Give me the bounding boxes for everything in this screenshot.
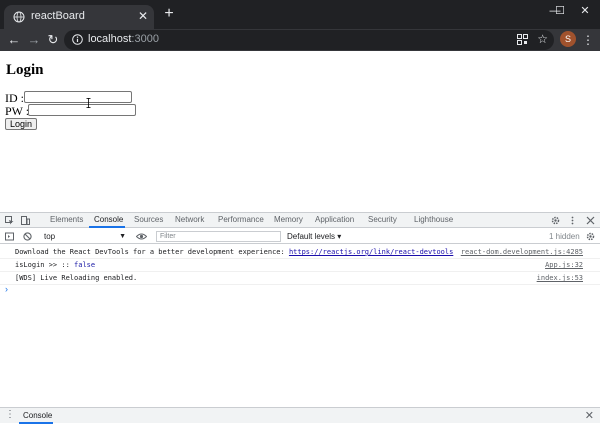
- hidden-count: 1 hidden: [549, 232, 580, 241]
- qr-code-icon[interactable]: [517, 34, 528, 45]
- clear-console-icon[interactable]: [23, 232, 32, 241]
- sidebar-toggle-icon[interactable]: [5, 232, 14, 241]
- tab-console[interactable]: Console: [94, 215, 123, 224]
- bookmark-star-icon[interactable]: ☆: [537, 32, 548, 46]
- settings-gear-icon[interactable]: [551, 216, 560, 225]
- message-source-link[interactable]: App.js:32: [545, 259, 583, 271]
- url-host: localhost: [88, 33, 132, 45]
- address-bar[interactable]: localhost:3000 ☆: [64, 30, 554, 50]
- message-body: Download the React DevTools for a better…: [15, 248, 289, 256]
- id-input[interactable]: [24, 91, 132, 103]
- devtools-tabbar: Elements Console Sources Network Perform…: [0, 213, 600, 228]
- devtools-panel: Elements Console Sources Network Perform…: [0, 212, 600, 423]
- back-button[interactable]: ←: [5, 31, 23, 49]
- tab-close-icon[interactable]: ✕: [138, 8, 148, 24]
- window-close-button[interactable]: ✕: [570, 0, 600, 22]
- inspect-element-icon[interactable]: [5, 216, 14, 225]
- message-body: isLogin >> ::: [15, 261, 75, 269]
- tab-elements[interactable]: Elements: [50, 215, 83, 224]
- pw-input[interactable]: [28, 104, 136, 116]
- reload-button[interactable]: ↻: [44, 31, 62, 49]
- pw-label: PW :: [5, 104, 30, 118]
- console-filter-input[interactable]: Filter: [156, 231, 281, 242]
- console-message: [WDS] Live Reloading enabled. index.js:5…: [0, 272, 600, 285]
- console-settings-icon[interactable]: [586, 232, 595, 241]
- drawer-tab-console[interactable]: Console: [23, 411, 52, 420]
- console-message: isLogin >> :: false App.js:32: [0, 259, 600, 272]
- drawer-close-icon[interactable]: ✕: [585, 408, 594, 424]
- tab-sources[interactable]: Sources: [134, 215, 163, 224]
- page-viewport: Login ID : PW : Login: [0, 51, 600, 212]
- drawer-menu-icon[interactable]: ⋮: [5, 409, 15, 420]
- profile-avatar[interactable]: S: [560, 31, 576, 47]
- url-port: :3000: [131, 33, 159, 45]
- message-source-link[interactable]: react-dom.development.js:4285: [461, 246, 583, 258]
- globe-icon: [13, 11, 25, 23]
- console-message-text: Download the React DevTools for a better…: [15, 246, 453, 258]
- forward-button[interactable]: →: [25, 31, 43, 49]
- tab-lighthouse[interactable]: Lighthouse: [414, 215, 453, 224]
- context-value: top: [44, 232, 56, 241]
- browser-tab[interactable]: reactBoard ✕: [4, 5, 154, 29]
- react-devtools-link[interactable]: https://reactjs.org/link/react-devtools: [289, 248, 453, 256]
- page-title: Login: [6, 62, 44, 78]
- active-tab-indicator: [89, 226, 125, 228]
- chevron-down-icon: ▼: [119, 233, 126, 240]
- tab-network[interactable]: Network: [175, 215, 204, 224]
- context-select[interactable]: top ▼: [40, 231, 128, 242]
- console-message: Download the React DevTools for a better…: [0, 246, 600, 259]
- tab-application[interactable]: Application: [315, 215, 354, 224]
- console-message-text: [WDS] Live Reloading enabled.: [15, 274, 138, 282]
- devtools-close-icon[interactable]: [586, 216, 595, 225]
- devtools-menu-icon[interactable]: [568, 216, 577, 225]
- site-info-icon[interactable]: [72, 34, 83, 45]
- text-cursor-icon: [86, 98, 91, 108]
- eye-icon[interactable]: [136, 232, 147, 241]
- new-tab-button[interactable]: +: [160, 5, 178, 23]
- log-levels-dropdown[interactable]: Default levels ▾: [287, 231, 341, 242]
- browser-toolbar: ← → ↻ localhost:3000 ☆ S ⋮: [0, 29, 600, 51]
- message-source-link[interactable]: index.js:53: [537, 272, 583, 284]
- login-button[interactable]: Login: [5, 118, 38, 130]
- devtools-drawer: ⋮ Console ✕: [0, 407, 600, 424]
- tab-title: reactBoard: [31, 10, 85, 22]
- url-text: localhost:3000: [88, 33, 159, 45]
- browser-menu-icon[interactable]: ⋮: [582, 31, 594, 49]
- device-toolbar-icon[interactable]: [21, 216, 30, 225]
- console-prompt[interactable]: ›: [5, 284, 8, 294]
- browser-titlebar: reactBoard ✕ + — ☐ ✕: [0, 0, 600, 29]
- message-value: false: [74, 261, 96, 269]
- console-message-text: isLogin >> :: false: [15, 259, 95, 271]
- tab-performance[interactable]: Performance: [218, 215, 264, 224]
- console-filterbar: top ▼ Filter Default levels ▾ 1 hidden: [0, 229, 600, 244]
- tab-memory[interactable]: Memory: [274, 215, 303, 224]
- tab-security[interactable]: Security: [368, 215, 397, 224]
